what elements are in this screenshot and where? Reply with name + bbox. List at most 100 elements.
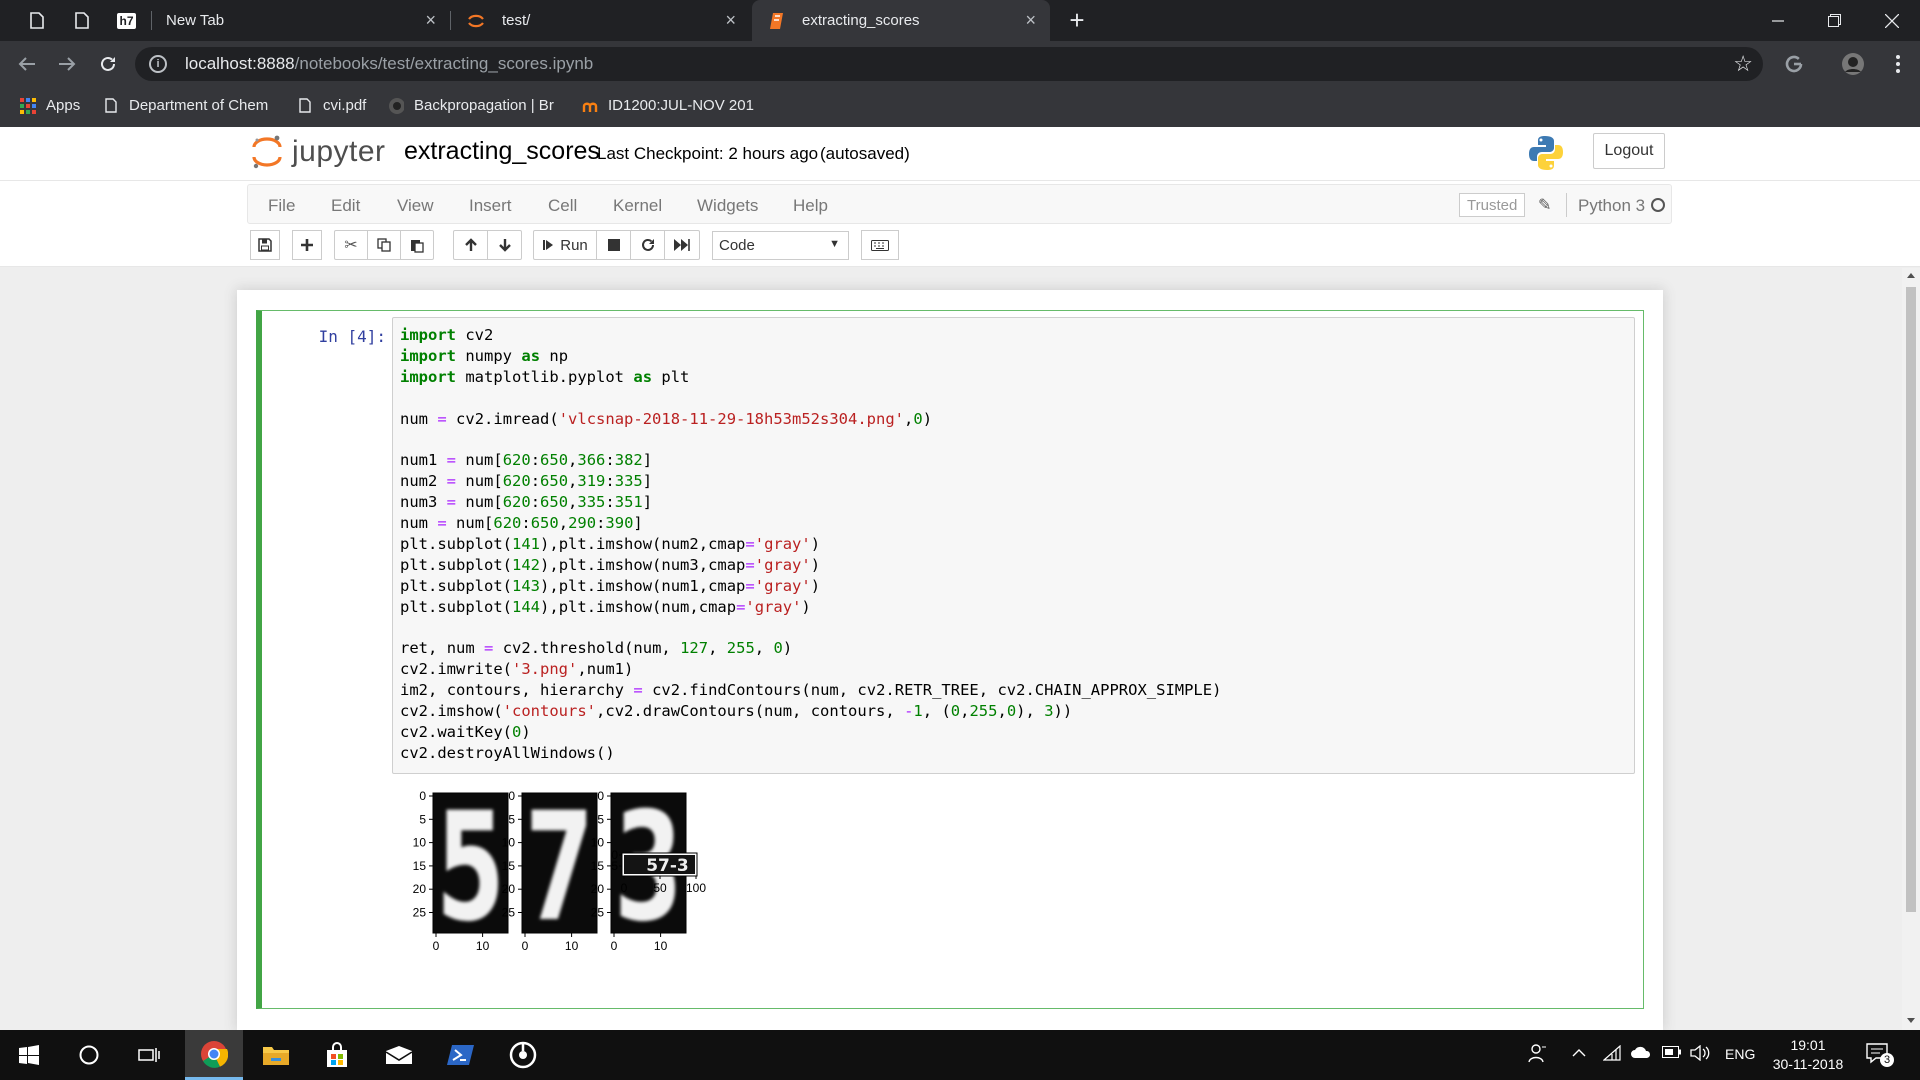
volume-icon[interactable] (1690, 1044, 1710, 1064)
scroll-down-arrow-icon[interactable] (1902, 1014, 1920, 1028)
bookmark-label: Apps (46, 97, 81, 114)
google-extension-button[interactable] (1779, 49, 1809, 79)
scroll-up-arrow-icon (1907, 273, 1915, 278)
run-button[interactable]: Run (533, 230, 597, 260)
battery-icon[interactable] (1662, 1045, 1682, 1061)
profile-avatar[interactable] (1838, 49, 1868, 79)
avatar-icon (1842, 53, 1864, 75)
menu-edit[interactable]: Edit (331, 196, 360, 216)
jupyter-logo[interactable]: jupyter (252, 134, 386, 170)
taskbar-media-app[interactable] (494, 1030, 552, 1080)
code-line: import numpy as np (400, 346, 569, 365)
taskbar-powershell[interactable] (432, 1030, 490, 1080)
paste-button[interactable] (400, 230, 434, 260)
new-tab-button[interactable]: + (1052, 0, 1102, 41)
search-button[interactable] (60, 1030, 118, 1080)
python-logo-icon (1528, 135, 1564, 175)
close-icon[interactable]: × (725, 10, 736, 31)
pinned-tab-1[interactable] (14, 0, 59, 41)
xtick-label: 10 (654, 939, 668, 953)
reload-button[interactable] (93, 49, 123, 79)
task-view-button[interactable] (120, 1030, 178, 1080)
browser-toolbar: i localhost:8888/notebooks/test/extracti… (0, 41, 1920, 87)
ytick-label: 25 (413, 906, 427, 920)
trusted-indicator[interactable]: Trusted (1459, 193, 1526, 217)
menu-cell[interactable]: Cell (548, 196, 577, 216)
tab-test[interactable]: test/ × (452, 0, 750, 41)
bookmark-apps[interactable]: Apps (20, 97, 80, 114)
ytick-label: 0 (508, 789, 515, 803)
save-button[interactable] (250, 230, 280, 260)
cut-button[interactable]: ✂ (334, 230, 368, 260)
bookmark-backpropagation[interactable]: Backpropagation | Br (388, 97, 560, 114)
copy-icon (377, 238, 391, 252)
back-button[interactable] (12, 49, 42, 79)
windows-taskbar: ENG 19:01 30-11-2018 3 (0, 1030, 1920, 1080)
close-icon[interactable]: × (1025, 10, 1036, 31)
pinned-tab-h7[interactable]: h7 (104, 0, 149, 41)
close-icon (1885, 13, 1899, 28)
info-icon[interactable]: i (149, 55, 167, 73)
logout-button[interactable]: Logout (1593, 133, 1665, 169)
taskbar-chrome[interactable] (185, 1030, 243, 1080)
address-bar[interactable]: i localhost:8888/notebooks/test/extracti… (135, 47, 1763, 81)
code-line: cv2.imshow('contours',cv2.drawContours(n… (400, 702, 1073, 721)
code-text: import cv2 import numpy as np import matpl… (400, 325, 1221, 764)
restart-kernel-button[interactable] (630, 230, 665, 260)
onedrive-cloud-icon[interactable] (1630, 1045, 1652, 1062)
minimize-button[interactable] (1750, 0, 1806, 41)
tab-new-tab[interactable]: New Tab × (152, 0, 450, 41)
pinned-tab-2[interactable] (59, 0, 104, 41)
jupyter-brand-text: jupyter (292, 135, 386, 168)
taskbar-mail[interactable] (370, 1030, 428, 1080)
menu-view[interactable]: View (397, 196, 434, 216)
scrollbar-thumb[interactable] (1906, 287, 1916, 912)
menu-widgets[interactable]: Widgets (697, 196, 758, 216)
code-line: plt.subplot(143),plt.imshow(num1,cmap='g… (400, 576, 821, 595)
page-icon (74, 12, 89, 29)
close-icon[interactable]: × (425, 10, 436, 31)
move-cell-up-button[interactable] (453, 230, 488, 260)
code-line: num2 = num[620:650,319:335] (400, 472, 653, 491)
bookmark-id1200[interactable]: ID1200:JUL-NOV 201 (582, 97, 754, 114)
taskbar-file-explorer[interactable] (247, 1030, 305, 1080)
system-clock[interactable]: 19:01 30-11-2018 (1768, 1036, 1848, 1074)
edit-mode-pencil-icon: ✎ (1538, 197, 1552, 214)
close-window-button[interactable] (1864, 0, 1920, 41)
copy-button[interactable] (367, 230, 401, 260)
wifi-icon[interactable] (1602, 1044, 1621, 1064)
restore-button[interactable] (1806, 0, 1862, 41)
people-icon[interactable] (1528, 1043, 1548, 1066)
restart-run-all-button[interactable] (664, 230, 700, 260)
cell-type-select[interactable]: Code ▼ (712, 231, 849, 260)
action-center-button[interactable]: 3 (1866, 1042, 1896, 1067)
forward-button[interactable] (52, 49, 82, 79)
ytick-label: 0 (419, 789, 426, 803)
menu-file[interactable]: File (268, 196, 295, 216)
menu-kernel[interactable]: Kernel (613, 196, 662, 216)
tab-extracting-scores[interactable]: extracting_scores × (752, 0, 1050, 41)
jupyter-menu-area: File Edit View Insert Cell Kernel Widget… (0, 180, 1920, 267)
menu-insert[interactable]: Insert (469, 196, 512, 216)
browser-menu-button[interactable] (1883, 49, 1913, 79)
move-cell-down-button[interactable] (487, 230, 522, 260)
clock-date: 30-11-2018 (1772, 1056, 1844, 1072)
tray-expand-chevron-up-icon[interactable] (1572, 1045, 1586, 1061)
interrupt-kernel-button[interactable] (596, 230, 631, 260)
bookmark-department-of-chem[interactable]: Department of Chem (103, 97, 273, 114)
h7-icon: h7 (117, 12, 136, 29)
menu-help[interactable]: Help (793, 196, 828, 216)
tab-title: New Tab (166, 12, 225, 29)
start-button[interactable] (0, 1030, 58, 1080)
kernel-name[interactable]: Python 3 (1578, 196, 1645, 216)
folder-icon (263, 1047, 289, 1065)
digit-image: 5 (436, 785, 505, 955)
notebook-name[interactable]: extracting_scores (404, 137, 600, 166)
insert-cell-below-button[interactable] (292, 230, 322, 260)
taskbar-store[interactable] (308, 1030, 366, 1080)
input-language[interactable]: ENG (1725, 1046, 1755, 1062)
bookmark-cvi-pdf[interactable]: cvi.pdf (297, 97, 366, 114)
bookmark-star-icon[interactable]: ☆ (1733, 51, 1753, 77)
command-palette-button[interactable] (861, 230, 899, 260)
